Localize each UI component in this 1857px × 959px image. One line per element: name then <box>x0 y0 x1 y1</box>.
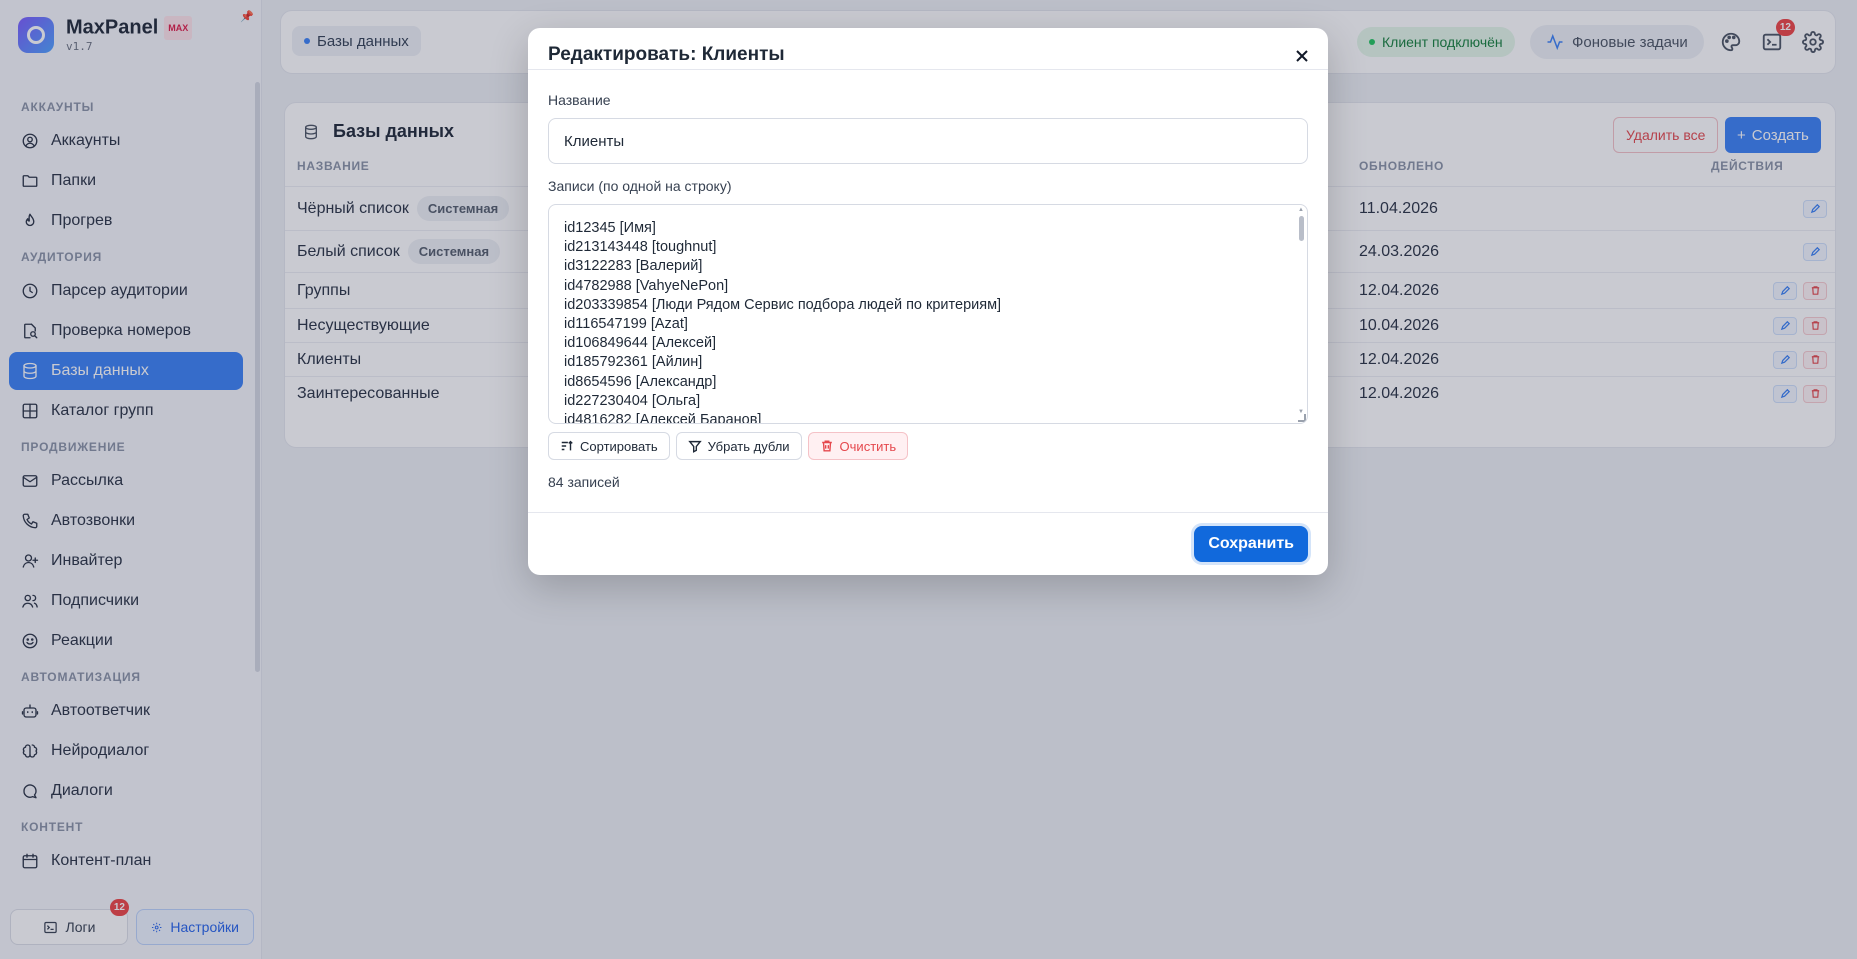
sort-label: Сортировать <box>580 438 658 454</box>
records-scrollbar[interactable] <box>1299 216 1304 241</box>
sort-icon <box>561 440 573 451</box>
record-line: id3122283 [Валерий] <box>564 258 703 275</box>
name-label: Название <box>548 92 611 108</box>
record-line: id213143448 [toughnut] <box>564 239 717 256</box>
save-button[interactable]: Сохранить <box>1194 526 1308 562</box>
record-line: id227230404 [Ольга] <box>564 392 701 409</box>
dedupe-label: Убрать дубли <box>707 438 790 454</box>
record-line: id116547199 [Azat] <box>564 315 688 332</box>
clear-button[interactable]: Очистить <box>807 432 909 460</box>
record-line: id203339854 [Люди Рядом Сервис подбора л… <box>564 296 1002 313</box>
modal-header-divider <box>528 69 1328 70</box>
records-toolbar: Сортировать Убрать дубли Очистить <box>548 432 909 460</box>
sort-button[interactable]: Сортировать <box>548 432 670 460</box>
records-textarea[interactable]: id12345 [Имя] id213143448 [toughnut] id312… <box>548 204 1308 424</box>
modal-title: Редактировать: Клиенты <box>548 44 785 65</box>
filter-icon <box>687 440 702 453</box>
clear-label: Очистить <box>839 438 897 454</box>
record-line: id185792361 [Айлин] <box>564 354 703 371</box>
resize-handle[interactable] <box>1298 414 1306 422</box>
trash-icon <box>821 440 832 452</box>
dedupe-button[interactable]: Убрать дубли <box>675 432 802 460</box>
record-line: id4816282 [Алексей Баранов] <box>564 411 762 424</box>
records-count: 84 записей <box>548 474 620 490</box>
records-label: Записи (по одной на строку) <box>548 178 732 194</box>
modal-footer-divider <box>528 512 1328 513</box>
close-icon[interactable] <box>1290 44 1314 68</box>
record-line: id8654596 [Александр] <box>564 373 717 390</box>
record-line: id106849644 [Алексей] <box>564 335 717 352</box>
record-line: id4782988 [VahyeNePon] <box>564 277 729 294</box>
name-input[interactable] <box>548 118 1308 164</box>
edit-database-modal: Редактировать: Клиенты Название Записи (… <box>528 28 1328 575</box>
scroll-up-arrow[interactable]: ▲ <box>1298 207 1304 213</box>
record-line: id12345 [Имя] <box>564 220 656 236</box>
